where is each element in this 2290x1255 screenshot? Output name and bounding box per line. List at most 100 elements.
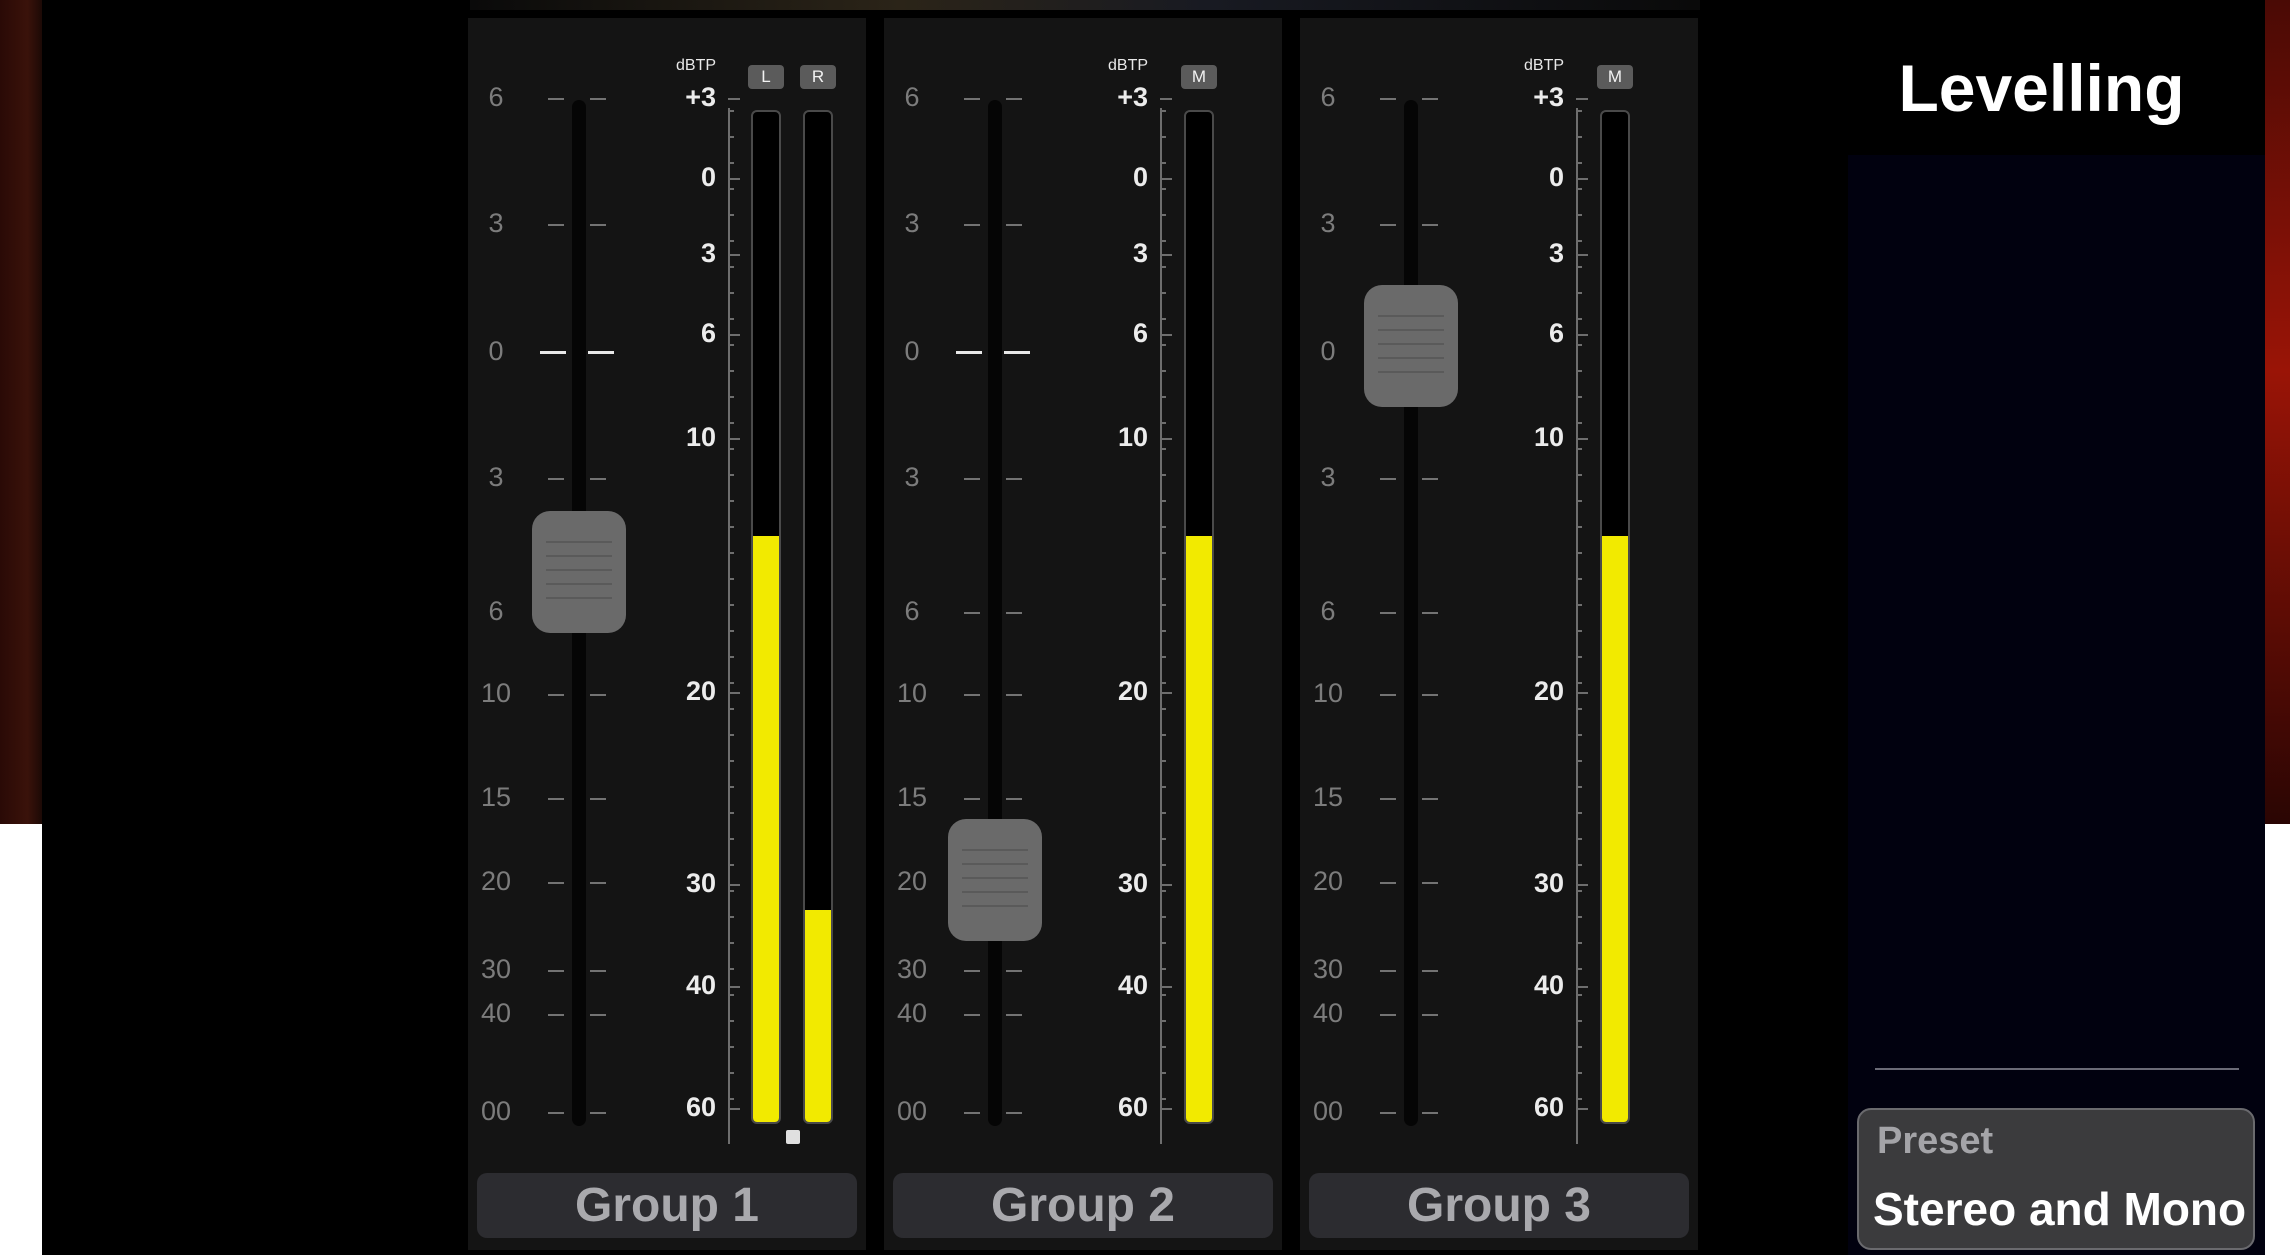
fader-tick — [1380, 882, 1396, 884]
fader-knob[interactable] — [948, 818, 1042, 941]
fader-tick — [548, 478, 564, 480]
fader-scale-label: 15 — [896, 782, 928, 812]
fader-tick — [1006, 1014, 1022, 1016]
group-2-button[interactable]: Group 2 — [893, 1173, 1273, 1238]
fader-knob[interactable] — [532, 510, 626, 633]
meter-scale-label: 3 — [700, 238, 716, 268]
meter-scale-label: 40 — [1117, 970, 1148, 1000]
level-meter-r — [803, 110, 833, 1124]
meter-scale-label: 30 — [685, 868, 716, 898]
fader-tick — [1006, 798, 1022, 800]
fader-tick — [1422, 1112, 1438, 1114]
fader-tick — [548, 224, 564, 226]
fader-track[interactable] — [1404, 100, 1418, 1126]
fader-tick — [590, 970, 606, 972]
fader-tick — [1380, 970, 1396, 972]
fader-tick — [548, 98, 564, 100]
meter-tick-major — [1576, 98, 1588, 100]
fader-tick — [548, 882, 564, 884]
fader-tick — [1006, 98, 1022, 100]
title-box: Levelling — [1848, 10, 2235, 155]
fader-tick — [1006, 612, 1022, 614]
fader-tick — [540, 351, 566, 354]
fader-scale-label: 0 — [488, 336, 504, 366]
preset-label: Preset — [1877, 1120, 1994, 1162]
meter-scale-label: 3 — [1548, 238, 1564, 268]
fader-scale-label: 40 — [1312, 998, 1344, 1028]
level-meter-m — [1600, 110, 1630, 1124]
fader-knob[interactable] — [1364, 285, 1458, 408]
meter-unit-label: dBTP — [1524, 57, 1565, 74]
fader-tick — [964, 1014, 980, 1016]
group-panel-3: 6 3 0 3 6 10 15 20 30 40 00 dBTP +3 0 3 6 10 20 30 40 60 M Gro… — [1300, 18, 1698, 1250]
fader-scale-label: 10 — [896, 678, 928, 708]
fader-tick — [1380, 694, 1396, 696]
fader-tick — [1422, 612, 1438, 614]
level-meter-fill — [1186, 536, 1212, 1122]
meter-scale-label: +3 — [1117, 82, 1148, 112]
top-photo-strip — [470, 0, 1700, 10]
fader-scale-label: 3 — [1320, 462, 1336, 492]
meter-scale-label: 30 — [1117, 868, 1148, 898]
fader-scale-label: 30 — [896, 954, 928, 984]
meter-unit-label: dBTP — [676, 57, 717, 74]
fader-tick — [548, 1112, 564, 1114]
fader-scale-label: 15 — [1312, 782, 1344, 812]
side-panel — [1848, 155, 2265, 1255]
fader-tick — [590, 1014, 606, 1016]
meter-axis — [1576, 108, 1578, 1144]
meter-scale-label: 60 — [685, 1092, 716, 1122]
fader-scale-label: 30 — [1312, 954, 1344, 984]
channel-badge-r: R — [800, 65, 836, 89]
fader-tick — [964, 98, 980, 100]
fader-scale-label: 00 — [896, 1096, 928, 1126]
channel-badge-m: M — [1597, 65, 1633, 89]
meter-scale-label: 40 — [1533, 970, 1564, 1000]
fader-tick — [964, 694, 980, 696]
meter-scale-label: 20 — [1117, 676, 1148, 706]
fader-scale-label: 40 — [480, 998, 512, 1028]
fader-scale-label: 20 — [1312, 866, 1344, 896]
level-meter-l — [751, 110, 781, 1124]
level-meter-fill — [753, 536, 779, 1122]
fader-tick — [1422, 798, 1438, 800]
meter-scale-label: 6 — [700, 318, 716, 348]
peak-indicator — [786, 1130, 800, 1144]
fader-tick — [590, 1112, 606, 1114]
meter-scale-label: 0 — [1132, 162, 1148, 192]
meter-axis — [1160, 108, 1162, 1144]
fader-tick — [964, 478, 980, 480]
fader-tick — [590, 798, 606, 800]
preset-button[interactable]: Preset Stereo and Mono — [1857, 1108, 2255, 1250]
fader-scale-label: 30 — [480, 954, 512, 984]
meter-scale-label: 0 — [1548, 162, 1564, 192]
meter-scale-label: 60 — [1533, 1092, 1564, 1122]
group-3-button[interactable]: Group 3 — [1309, 1173, 1689, 1238]
fader-tick — [1380, 224, 1396, 226]
fader-tick — [1380, 478, 1396, 480]
meter-scale-label: 10 — [685, 422, 716, 452]
group-1-button[interactable]: Group 1 — [477, 1173, 857, 1238]
fader-scale-label: 3 — [904, 462, 920, 492]
channel-badge-l: L — [748, 65, 784, 89]
fader-scale-label: 20 — [896, 866, 928, 896]
fader-scale-label: 6 — [1320, 82, 1336, 112]
fader-tick — [1422, 1014, 1438, 1016]
fader-track[interactable] — [988, 100, 1002, 1126]
fader-tick — [1380, 798, 1396, 800]
fader-scale-label: 6 — [488, 82, 504, 112]
fader-tick — [1380, 612, 1396, 614]
fader-tick — [548, 694, 564, 696]
fader-tick — [590, 224, 606, 226]
meter-scale-label: 20 — [685, 676, 716, 706]
meter-scale-label: 0 — [700, 162, 716, 192]
fader-tick — [590, 478, 606, 480]
fader-scale-label: 40 — [896, 998, 928, 1028]
fader-tick — [964, 612, 980, 614]
fader-tick — [590, 882, 606, 884]
meter-scale-label: 6 — [1548, 318, 1564, 348]
meter-scale-label: 20 — [1533, 676, 1564, 706]
meter-unit-label: dBTP — [1108, 57, 1149, 74]
fader-scale-label: 6 — [1320, 596, 1336, 626]
fader-scale-label: 15 — [480, 782, 512, 812]
